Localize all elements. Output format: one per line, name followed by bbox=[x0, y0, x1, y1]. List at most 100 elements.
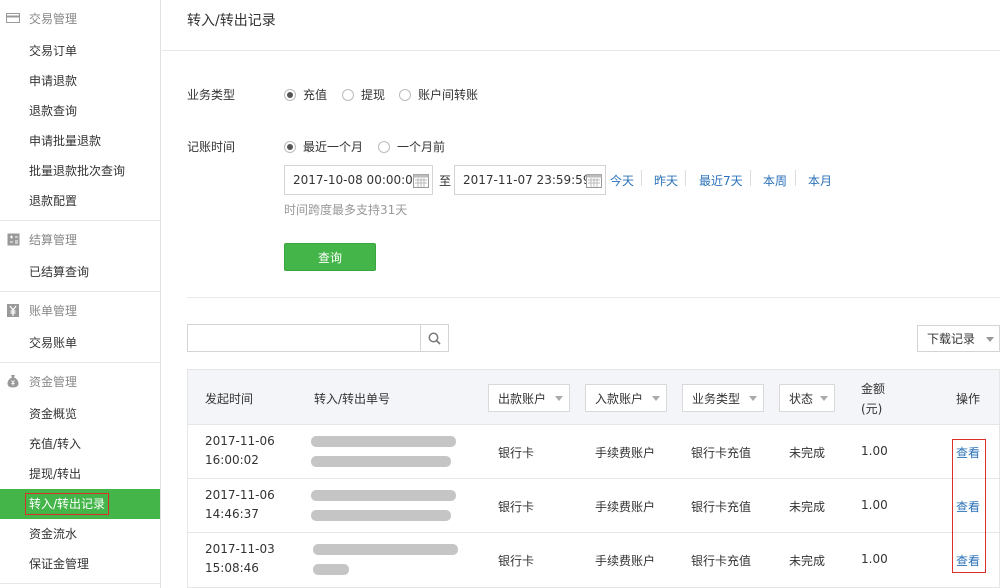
row-amount: 1.00 bbox=[861, 498, 888, 512]
dropdown-label: 业务类型 bbox=[692, 391, 741, 406]
chevron-down-icon bbox=[652, 396, 660, 401]
row-business-type: 银行卡充值 bbox=[691, 446, 752, 460]
table-row: 2017-11-06 14:46:37 银行卡 手续费账户 银行卡充值 未完成 … bbox=[188, 479, 999, 533]
quick-range-separator bbox=[685, 170, 686, 186]
radio-label: 账户间转账 bbox=[418, 88, 479, 102]
row-in-account: 手续费账户 bbox=[595, 446, 656, 460]
row-date: 2017-11-06 bbox=[205, 488, 275, 502]
table-row: 2017-11-06 16:00:02 银行卡 手续费账户 银行卡充值 未完成 … bbox=[188, 425, 999, 479]
header-amount-unit: (元) bbox=[861, 402, 883, 416]
calendar-icon[interactable] bbox=[586, 173, 602, 188]
quick-range-separator bbox=[641, 170, 642, 186]
sidebar-item-trade-bill[interactable]: 交易账单 bbox=[0, 328, 160, 358]
download-records-button[interactable]: 下载记录 bbox=[917, 325, 1000, 352]
sidebar-item-batch-refund-query[interactable]: 批量退款批次查询 bbox=[0, 156, 160, 186]
radio-last-month[interactable]: 最近一个月 bbox=[284, 138, 363, 155]
row-amount: 1.00 bbox=[861, 444, 888, 458]
filter-in-account-dropdown[interactable]: 入款账户 bbox=[585, 384, 667, 412]
row-date: 2017-11-06 bbox=[205, 434, 275, 448]
view-link[interactable]: 查看 bbox=[956, 444, 980, 461]
sidebar-item-refund-query[interactable]: 退款查询 bbox=[0, 96, 160, 126]
radio-dot bbox=[284, 140, 296, 153]
row-status: 未完成 bbox=[789, 446, 826, 460]
quick-range-separator bbox=[795, 170, 796, 186]
sidebar-item-trade-orders[interactable]: 交易订单 bbox=[0, 36, 160, 66]
redacted-order-no bbox=[311, 436, 456, 447]
download-label: 下载记录 bbox=[927, 332, 976, 346]
radio-month-ago[interactable]: 一个月前 bbox=[378, 138, 445, 155]
sidebar-group-funds: 资金管理 bbox=[0, 363, 160, 399]
radio-recharge[interactable]: 充值 bbox=[284, 86, 327, 103]
redacted-order-no bbox=[311, 490, 456, 501]
search-input[interactable] bbox=[188, 325, 420, 351]
sidebar-item-deposit-management[interactable]: 保证金管理 bbox=[0, 549, 160, 579]
dropdown-label: 入款账户 bbox=[595, 391, 644, 406]
quick-range-this-week[interactable]: 本周 bbox=[763, 172, 787, 189]
quick-range-separator bbox=[750, 170, 751, 186]
sidebar-item-refund-config[interactable]: 退款配置 bbox=[0, 186, 160, 216]
section-divider bbox=[187, 297, 1000, 298]
records-table: 发起时间 转入/转出单号 出款账户 入款账户 业务类型 状态 金额 (元) 操作 bbox=[187, 369, 1000, 588]
row-amount: 1.00 bbox=[861, 552, 888, 566]
view-link[interactable]: 查看 bbox=[956, 498, 980, 515]
row-business-type: 银行卡充值 bbox=[691, 554, 752, 568]
page-title: 转入/转出记录 bbox=[187, 13, 276, 29]
sidebar-item-fund-overview[interactable]: 资金概览 bbox=[0, 399, 160, 429]
header-ops: 操作 bbox=[956, 392, 981, 406]
filter-status-dropdown[interactable]: 状态 bbox=[779, 384, 835, 412]
redacted-order-no bbox=[313, 564, 349, 575]
quick-range-yesterday[interactable]: 昨天 bbox=[654, 172, 678, 189]
chevron-down-icon bbox=[555, 396, 563, 401]
radio-dot bbox=[378, 140, 390, 153]
radio-label: 一个月前 bbox=[397, 140, 446, 154]
sidebar-group-title: 账单管理 bbox=[29, 303, 78, 318]
redacted-order-no bbox=[311, 456, 451, 467]
row-status: 未完成 bbox=[789, 500, 826, 514]
end-date-input[interactable]: 2017-11-07 23:59:59 bbox=[454, 165, 606, 195]
search-box bbox=[187, 324, 449, 352]
header-time: 发起时间 bbox=[205, 392, 254, 406]
sidebar-item-settled-query[interactable]: 已结算查询 bbox=[0, 257, 160, 287]
quick-range-today[interactable]: 今天 bbox=[610, 172, 634, 189]
quick-range-this-month[interactable]: 本月 bbox=[808, 172, 832, 189]
sidebar-item-recharge[interactable]: 充值/转入 bbox=[0, 429, 160, 459]
redacted-order-no bbox=[311, 510, 451, 521]
row-in-account: 手续费账户 bbox=[595, 500, 656, 514]
radio-label: 提现 bbox=[361, 88, 386, 102]
radio-label: 充值 bbox=[303, 88, 328, 102]
table-header: 发起时间 转入/转出单号 出款账户 入款账户 业务类型 状态 金额 (元) 操作 bbox=[188, 370, 999, 425]
radio-withdraw[interactable]: 提现 bbox=[342, 86, 385, 103]
radio-dot bbox=[399, 88, 411, 101]
row-time: 15:08:46 bbox=[205, 561, 259, 575]
filter-business-type-dropdown[interactable]: 业务类型 bbox=[682, 384, 764, 412]
query-button[interactable]: 查询 bbox=[284, 243, 376, 271]
sidebar-item-withdraw[interactable]: 提现/转出 bbox=[0, 459, 160, 489]
row-business-type: 银行卡充值 bbox=[691, 500, 752, 514]
sidebar-divider bbox=[0, 583, 160, 584]
quick-range-last-7-days[interactable]: 最近7天 bbox=[699, 172, 743, 189]
radio-account-transfer[interactable]: 账户间转账 bbox=[399, 86, 478, 103]
row-status: 未完成 bbox=[789, 554, 826, 568]
sidebar-item-fund-flow[interactable]: 资金流水 bbox=[0, 519, 160, 549]
time-label: 记账时间 bbox=[187, 140, 236, 154]
sidebar: 交易管理 交易订单 申请退款 退款查询 申请批量退款 批量退款批次查询 退款配置… bbox=[0, 0, 161, 588]
start-date-input[interactable]: 2017-10-08 00:00:00 bbox=[284, 165, 433, 195]
sidebar-item-transfer-records[interactable]: 转入/转出记录 bbox=[0, 489, 160, 519]
filter-out-account-dropdown[interactable]: 出款账户 bbox=[488, 384, 570, 412]
title-divider bbox=[162, 50, 1000, 51]
row-time: 16:00:02 bbox=[205, 453, 259, 467]
search-button[interactable] bbox=[420, 325, 448, 351]
row-in-account: 手续费账户 bbox=[595, 554, 656, 568]
card-icon bbox=[6, 11, 20, 25]
dropdown-label: 状态 bbox=[789, 391, 814, 406]
view-link[interactable]: 查看 bbox=[956, 552, 980, 569]
start-date-value: 2017-10-08 00:00:00 bbox=[293, 173, 421, 187]
search-icon bbox=[428, 332, 441, 345]
to-label: 至 bbox=[439, 174, 452, 188]
sidebar-item-batch-refund[interactable]: 申请批量退款 bbox=[0, 126, 160, 156]
row-date: 2017-11-03 bbox=[205, 542, 275, 556]
radio-dot bbox=[342, 88, 354, 101]
sidebar-item-apply-refund[interactable]: 申请退款 bbox=[0, 66, 160, 96]
calendar-icon[interactable] bbox=[413, 173, 429, 188]
radio-label: 最近一个月 bbox=[303, 140, 364, 154]
